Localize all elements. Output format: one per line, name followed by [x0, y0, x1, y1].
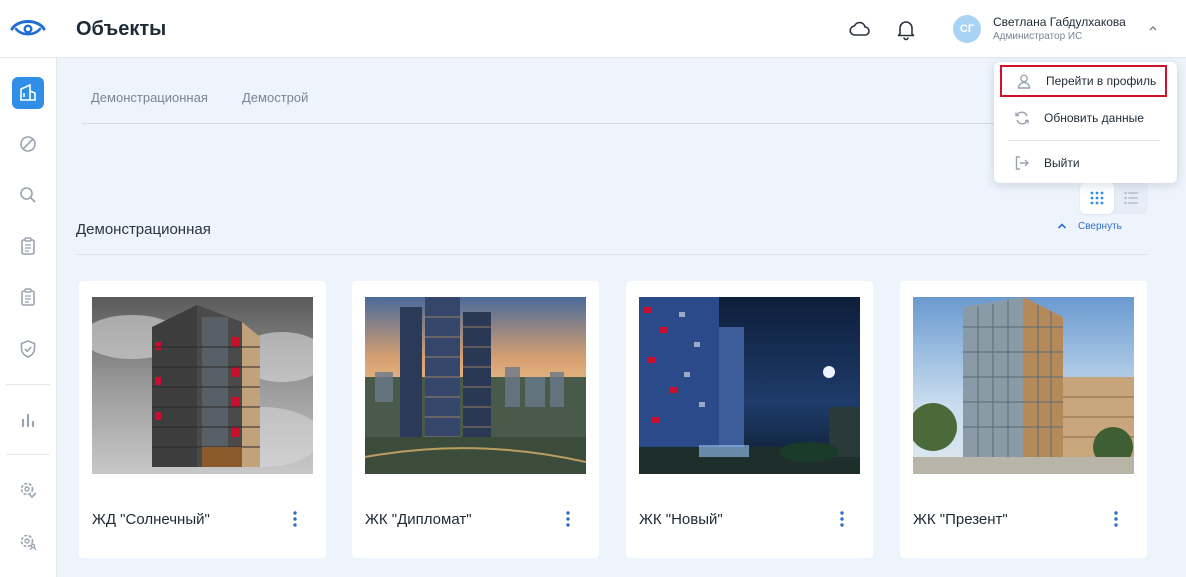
- object-title[interactable]: ЖК "Новый": [639, 511, 723, 528]
- clipboard-list-icon: [21, 288, 35, 306]
- sidebar-item-restrictions[interactable]: [12, 128, 44, 160]
- menu-item-logout[interactable]: Выйти: [1000, 147, 1167, 179]
- refresh-icon: [1015, 111, 1029, 125]
- menu-divider: [1008, 140, 1160, 141]
- company-tabs: Демонстрационная Демострой: [82, 82, 1042, 124]
- section-divider: [76, 254, 1148, 255]
- shield-check-icon: [20, 340, 36, 358]
- sidebar-divider: [6, 454, 50, 455]
- top-header: Объекты СГ Светлана Габдулхакова Админис…: [0, 0, 1186, 58]
- list-icon: [1124, 191, 1138, 205]
- tab-demonstration[interactable]: Демонстрационная: [91, 90, 208, 105]
- more-vertical-icon[interactable]: [558, 509, 578, 529]
- avatar[interactable]: СГ: [953, 15, 981, 43]
- menu-item-label: Выйти: [1044, 156, 1080, 170]
- menu-item-go-to-profile[interactable]: Перейти в профиль: [1000, 65, 1167, 97]
- sidebar: [0, 58, 57, 577]
- logout-icon: [1015, 156, 1029, 170]
- search-icon: [20, 187, 36, 203]
- object-image[interactable]: [92, 297, 313, 474]
- object-title[interactable]: ЖД "Солнечный": [92, 511, 210, 528]
- sidebar-item-user-settings[interactable]: [12, 526, 44, 558]
- eye-logo-icon[interactable]: [10, 15, 46, 41]
- bell-icon[interactable]: [894, 17, 918, 41]
- user-dropdown-menu: Перейти в профиль Обновить данные Выйти: [994, 62, 1177, 183]
- page-title: Объекты: [76, 18, 167, 40]
- sidebar-item-search[interactable]: [12, 179, 44, 211]
- menu-item-label: Обновить данные: [1044, 111, 1144, 125]
- object-title[interactable]: ЖК "Дипломат": [365, 511, 472, 528]
- forbidden-icon: [20, 136, 36, 152]
- tab-demostroy[interactable]: Демострой: [242, 90, 308, 105]
- cloud-icon[interactable]: [848, 17, 872, 41]
- menu-item-refresh-data[interactable]: Обновить данные: [1000, 102, 1167, 134]
- object-card[interactable]: ЖК "Презент": [900, 281, 1147, 558]
- user-icon: [1017, 74, 1031, 89]
- list-view-button[interactable]: [1114, 182, 1148, 214]
- sidebar-item-objects[interactable]: [12, 77, 44, 109]
- section-title: Демонстрационная: [76, 221, 211, 238]
- gear-check-icon: [20, 482, 37, 499]
- object-image[interactable]: [639, 297, 860, 474]
- menu-item-label: Перейти в профиль: [1046, 74, 1157, 88]
- sidebar-item-tasks[interactable]: [12, 230, 44, 262]
- object-card[interactable]: ЖК "Новый": [626, 281, 873, 558]
- chevron-up-icon: [1057, 223, 1067, 229]
- building-icon: [20, 83, 36, 101]
- object-card[interactable]: ЖД "Солнечный": [79, 281, 326, 558]
- grid-icon: [1090, 191, 1104, 205]
- collapse-button[interactable]: Свернуть: [1056, 220, 1122, 232]
- sidebar-item-admin-settings[interactable]: [12, 474, 44, 506]
- user-role: Администратор ИС: [993, 31, 1083, 42]
- more-vertical-icon[interactable]: [832, 509, 852, 529]
- sidebar-divider: [6, 384, 50, 385]
- sidebar-item-analytics[interactable]: [12, 404, 44, 436]
- gear-user-icon: [20, 534, 37, 551]
- object-image[interactable]: [365, 297, 586, 474]
- more-vertical-icon[interactable]: [285, 509, 305, 529]
- bar-chart-icon: [21, 413, 35, 428]
- chevron-up-icon[interactable]: [1147, 22, 1159, 34]
- object-card[interactable]: ЖК "Дипломат": [352, 281, 599, 558]
- view-toggle: [1080, 182, 1148, 214]
- clipboard-icon: [21, 237, 35, 255]
- object-title[interactable]: ЖК "Презент": [913, 511, 1008, 528]
- object-image[interactable]: [913, 297, 1134, 474]
- more-vertical-icon[interactable]: [1106, 509, 1126, 529]
- grid-view-button[interactable]: [1080, 182, 1114, 214]
- collapse-label: Свернуть: [1078, 220, 1122, 232]
- sidebar-item-reports[interactable]: [12, 281, 44, 313]
- sidebar-item-safety[interactable]: [12, 333, 44, 365]
- user-name[interactable]: Светлана Габдулхакова: [993, 15, 1126, 29]
